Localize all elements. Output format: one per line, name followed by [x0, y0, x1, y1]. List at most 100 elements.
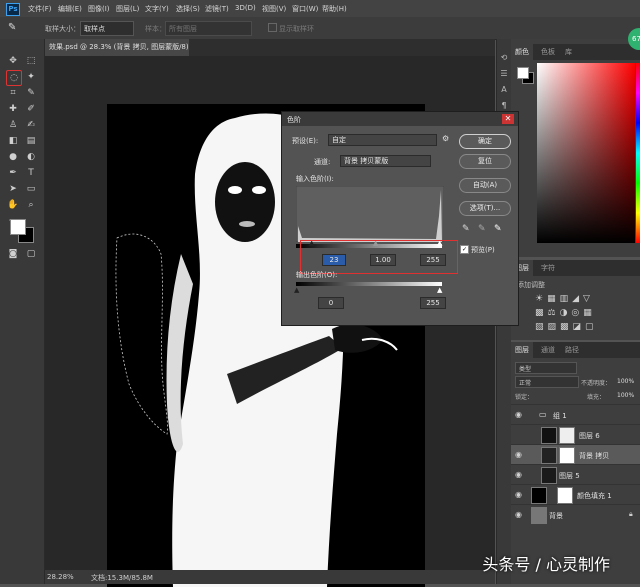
reset-button[interactable]: 复位 — [459, 154, 511, 169]
healing-tool-icon[interactable]: ✚ — [6, 102, 20, 116]
blend-mode-select[interactable]: 正常 — [515, 376, 579, 388]
lasso-tool-icon[interactable]: ◌ — [6, 70, 22, 86]
output-black-field[interactable]: 0 — [318, 297, 344, 309]
visibility-eye-icon[interactable]: ◉ — [515, 450, 522, 459]
gray-eyedropper-icon[interactable]: ✎ — [478, 224, 486, 234]
menu-view[interactable]: 视图(V) — [262, 4, 286, 14]
fill-value[interactable]: 100% — [617, 392, 634, 399]
tab-character[interactable]: 字符 — [537, 260, 559, 276]
document-tab[interactable]: 效果.psd @ 28.3% (背景 拷贝, 图层蒙版/8) * — [45, 39, 189, 56]
quick-mask-icon[interactable]: ◙ — [6, 247, 20, 261]
zoom-tool-icon[interactable]: ⌕ — [24, 198, 38, 212]
tab-layers[interactable]: 图层 — [511, 342, 533, 358]
path-select-icon[interactable]: ➤ — [6, 182, 20, 196]
character-panel-icon[interactable]: A — [499, 85, 509, 95]
shape-tool-icon[interactable]: ▭ — [24, 182, 38, 196]
foreground-color-swatch[interactable] — [10, 219, 26, 235]
input-black-field[interactable]: 23 — [322, 254, 346, 266]
menu-layer[interactable]: 图层(L) — [116, 4, 139, 14]
history-brush-icon[interactable]: ✍ — [24, 118, 38, 132]
type-tool-icon[interactable]: T — [24, 166, 38, 180]
screen-mode-icon[interactable]: ▢ — [24, 247, 38, 261]
layer-row-group1[interactable]: ◉ ▭ 组 1 — [511, 404, 640, 425]
layer-row-layer5[interactable]: ◉ 图层 5 — [511, 464, 640, 485]
menu-edit[interactable]: 编辑(E) — [58, 4, 82, 14]
preset-select[interactable]: 自定 — [328, 134, 437, 146]
visibility-eye-icon[interactable]: ◉ — [515, 470, 522, 479]
channel-select[interactable]: 背景 拷贝蒙版 — [340, 155, 431, 167]
dodge-tool-icon[interactable]: ◐ — [24, 150, 38, 164]
paragraph-panel-icon[interactable]: ¶ — [499, 101, 509, 111]
auto-button[interactable]: 自动(A) — [459, 178, 511, 193]
adjustment-icons-row-3[interactable]: ▧▨▩◪▢ — [535, 322, 598, 332]
sample-select[interactable]: 所有图层 — [165, 21, 252, 36]
output-white-slider[interactable]: ▲ — [437, 286, 442, 294]
menu-type[interactable]: 文字(Y) — [145, 4, 169, 14]
layer-filter-select[interactable]: 类型 — [515, 362, 577, 374]
tab-channels[interactable]: 通道 — [537, 342, 559, 358]
hue-slider[interactable] — [636, 63, 640, 243]
menu-select[interactable]: 选择(S) — [176, 4, 200, 14]
channel-label: 通道: — [314, 157, 330, 167]
tab-libraries[interactable]: 库 — [561, 44, 576, 60]
black-eyedropper-icon[interactable]: ✎ — [462, 224, 470, 234]
eraser-tool-icon[interactable]: ◧ — [6, 134, 20, 148]
layer-row-layer6[interactable]: 图层 6 — [511, 424, 640, 445]
opacity-label: 不透明度： — [581, 378, 611, 387]
visibility-eye-icon[interactable]: ◉ — [515, 410, 522, 419]
dialog-titlebar[interactable]: 色阶 ✕ — [282, 112, 518, 126]
gradient-tool-icon[interactable]: ▤ — [24, 134, 38, 148]
fill-label: 填充： — [587, 392, 605, 401]
preset-label: 预设(E): — [292, 136, 318, 146]
pen-tool-icon[interactable]: ✒ — [6, 166, 20, 180]
color-field[interactable] — [537, 63, 635, 243]
white-eyedropper-icon[interactable]: ✎ — [494, 224, 502, 234]
color-fg-swatch[interactable] — [517, 67, 529, 79]
eyedropper-tool-icon[interactable]: ✎ — [8, 22, 16, 33]
stamp-tool-icon[interactable]: ♙ — [6, 118, 20, 132]
zoom-level: 28.28% — [47, 573, 74, 581]
opacity-value[interactable]: 100% — [617, 378, 634, 385]
output-black-slider[interactable]: ▲ — [294, 286, 299, 294]
input-white-field[interactable]: 255 — [420, 254, 446, 266]
brush-tool-icon[interactable]: ✐ — [24, 102, 38, 116]
menu-image[interactable]: 图像(I) — [88, 4, 110, 14]
preset-gear-icon[interactable]: ⚙ — [442, 134, 449, 143]
quick-select-tool-icon[interactable]: ✦ — [24, 70, 38, 84]
menu-filter[interactable]: 滤镜(T) — [205, 4, 229, 14]
blur-tool-icon[interactable]: ● — [6, 150, 20, 164]
history-panel-icon[interactable]: ⟲ — [499, 53, 509, 63]
marquee-tool-icon[interactable]: ⬚ — [24, 54, 38, 68]
hand-tool-icon[interactable]: ✋ — [6, 198, 20, 212]
left-eye — [228, 186, 242, 194]
dialog-close-button[interactable]: ✕ — [502, 114, 514, 124]
menu-help[interactable]: 帮助(H) — [322, 4, 347, 14]
lock-label: 锁定： — [515, 392, 533, 401]
menu-window[interactable]: 窗口(W) — [292, 4, 318, 14]
options-button[interactable]: 选项(T)... — [459, 201, 511, 216]
tab-swatches[interactable]: 色板 — [537, 44, 559, 60]
input-gamma-field[interactable]: 1.00 — [370, 254, 396, 266]
tab-color[interactable]: 颜色 — [511, 44, 533, 60]
tab-paths[interactable]: 路径 — [561, 342, 583, 358]
output-white-field[interactable]: 255 — [420, 297, 446, 309]
sample-size-select[interactable]: 取样点 — [80, 21, 134, 36]
crop-tool-icon[interactable]: ⌗ — [6, 86, 20, 100]
adjustment-icons-row-1[interactable]: ☀▦▥◢▽ — [535, 294, 594, 304]
photoshop-logo: Ps — [6, 3, 20, 16]
visibility-eye-icon[interactable]: ◉ — [515, 490, 522, 499]
move-tool-icon[interactable]: ✥ — [6, 54, 20, 68]
layer-row-background[interactable]: ◉ 背景 🔒︎ — [511, 504, 640, 525]
ok-button[interactable]: 确定 — [459, 134, 511, 149]
show-ring-checkbox[interactable] — [268, 23, 277, 32]
layer-row-color-fill[interactable]: ◉ 颜色填充 1 — [511, 484, 640, 505]
properties-panel-icon[interactable]: ☰ — [499, 69, 509, 79]
preview-checkbox[interactable]: ✓ — [460, 245, 469, 254]
menu-file[interactable]: 文件(F) — [28, 4, 52, 14]
menu-3d[interactable]: 3D(D) — [235, 4, 256, 12]
visibility-eye-icon[interactable]: ◉ — [515, 510, 522, 519]
layer-row-background-copy[interactable]: ◉ 背景 拷贝 — [511, 444, 640, 465]
eyedropper-icon[interactable]: ✎ — [24, 86, 38, 100]
face-dark — [215, 162, 275, 242]
adjustment-icons-row-2[interactable]: ▩⚖◑◎▦ — [535, 308, 596, 318]
